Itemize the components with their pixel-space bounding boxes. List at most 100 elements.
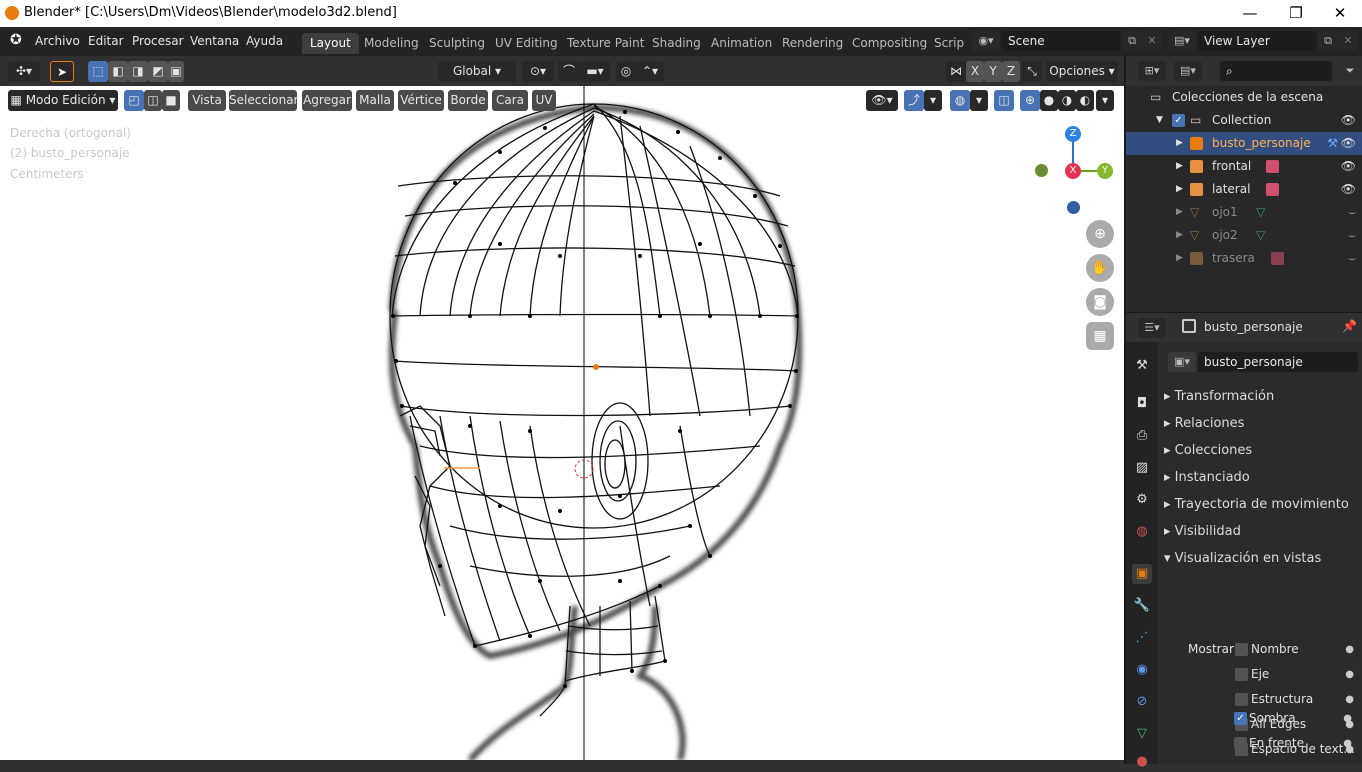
panel-trayectoria[interactable]: ▸ Trayectoria de movimiento bbox=[1158, 491, 1362, 518]
menu-editar[interactable]: Editar bbox=[88, 34, 124, 48]
scene-tab-icon[interactable]: ⚙ bbox=[1132, 490, 1152, 510]
object-tab-icon[interactable]: ▣ bbox=[1132, 564, 1152, 584]
overlays-dropdown-icon[interactable]: ▾ bbox=[970, 90, 988, 111]
estructura-checkbox[interactable] bbox=[1235, 693, 1248, 706]
pivot-point-icon[interactable]: ⊙▾ bbox=[522, 61, 554, 82]
hidden-icon[interactable]: ⌣ bbox=[1348, 201, 1356, 224]
toggle-ortho-icon[interactable]: ▦ bbox=[1086, 322, 1114, 350]
tab-sculpting[interactable]: Sculpting bbox=[421, 33, 493, 54]
scene-new-icon[interactable]: ⧉ bbox=[1122, 31, 1142, 51]
visibility-selector-icon[interactable]: 👁▾ bbox=[866, 90, 898, 111]
view-layer-new-icon[interactable]: ⧉ bbox=[1318, 31, 1338, 51]
tab-layout[interactable]: Layout bbox=[302, 33, 359, 54]
keyframe-dot-icon[interactable]: ● bbox=[1345, 694, 1354, 705]
select-invert-icon[interactable]: ◩ bbox=[148, 61, 168, 82]
visibility-eye-icon[interactable]: 👁 bbox=[1341, 155, 1356, 178]
gizmo-z-axis[interactable]: Z bbox=[1065, 126, 1081, 142]
view-layer-remove-icon[interactable]: ✕ bbox=[1338, 31, 1358, 51]
snap-icon[interactable]: ⌒ bbox=[558, 61, 580, 82]
outliner-item-frontal[interactable]: ▶ frontal 👁 bbox=[1126, 155, 1362, 178]
zoom-icon[interactable]: ⊕ bbox=[1086, 220, 1114, 248]
gizmo-toggle-icon[interactable]: ⤴ bbox=[904, 90, 924, 111]
mode-dropdown[interactable]: ▦ Modo Edición ▾ bbox=[8, 90, 118, 111]
3d-viewport[interactable]: Derecha (ortogonal) (2) busto_personaje … bbox=[0, 86, 1124, 760]
vertex-select-icon[interactable]: ◰ bbox=[124, 90, 144, 111]
wireframe-shading-icon[interactable]: ⊕ bbox=[1020, 90, 1040, 111]
select-tool-icon[interactable]: ➤ bbox=[50, 61, 74, 82]
keyframe-dot-icon[interactable]: ● bbox=[1343, 713, 1352, 724]
view-layer-browse-icon[interactable]: ▤▾ bbox=[1168, 31, 1196, 51]
eje-checkbox[interactable] bbox=[1235, 668, 1248, 681]
panel-relaciones[interactable]: ▸ Relaciones bbox=[1158, 410, 1362, 437]
menu-malla[interactable]: Malla bbox=[356, 90, 394, 111]
tab-rendering[interactable]: Rendering bbox=[774, 33, 851, 54]
snap-target-icon[interactable]: ▬▾ bbox=[580, 61, 610, 82]
tab-modeling[interactable]: Modeling bbox=[356, 33, 427, 54]
object-browse-icon[interactable]: ▣▾ bbox=[1168, 352, 1196, 372]
gizmo-neg-z-axis[interactable] bbox=[1067, 201, 1080, 214]
outliner-search-input[interactable]: ⌕ bbox=[1220, 61, 1332, 81]
en-frente-checkbox[interactable] bbox=[1234, 737, 1247, 750]
auto-merge-icon[interactable]: ⤡ bbox=[1022, 61, 1042, 82]
hidden-icon[interactable]: ⌣ bbox=[1348, 224, 1356, 247]
panel-instanciado[interactable]: ▸ Instanciado bbox=[1158, 464, 1362, 491]
expand-arrow-icon[interactable]: ▼ bbox=[1156, 109, 1163, 132]
modifier-wrench-icon[interactable]: ⚒ bbox=[1327, 132, 1338, 155]
proportional-edit-icon[interactable]: ◎ bbox=[616, 61, 636, 82]
menu-procesar[interactable]: Procesar bbox=[132, 34, 184, 48]
camera-view-icon[interactable]: ◙ bbox=[1086, 288, 1114, 316]
tab-animation[interactable]: Animation bbox=[703, 33, 780, 54]
gizmo-dropdown-icon[interactable]: ▾ bbox=[924, 90, 942, 111]
tab-scripting[interactable]: Script bbox=[926, 33, 964, 54]
render-tab-icon[interactable]: ◘ bbox=[1132, 394, 1152, 414]
outliner-collection[interactable]: ▼ ✓ ▭ Collection 👁 bbox=[1126, 109, 1362, 132]
expand-arrow-icon[interactable]: ▶ bbox=[1176, 247, 1183, 270]
minimize-button[interactable]: — bbox=[1228, 2, 1272, 24]
menu-ayuda[interactable]: Ayuda bbox=[246, 34, 283, 48]
pan-hand-icon[interactable]: ✋ bbox=[1086, 254, 1114, 282]
outliner-item-trasera[interactable]: ▶ trasera ⌣ bbox=[1126, 247, 1362, 270]
expand-arrow-icon[interactable]: ▶ bbox=[1176, 132, 1183, 155]
keyframe-dot-icon[interactable]: ● bbox=[1345, 669, 1354, 680]
mirror-icon[interactable]: ⋈ bbox=[946, 61, 966, 82]
tab-shading[interactable]: Shading bbox=[644, 33, 709, 54]
material-tab-icon[interactable]: ● bbox=[1132, 752, 1152, 772]
filter-icon[interactable]: ⏷ bbox=[1340, 61, 1360, 81]
overlays-toggle-icon[interactable]: ◍ bbox=[950, 90, 970, 111]
modifier-tab-icon[interactable]: 🔧 bbox=[1132, 596, 1152, 616]
shading-dropdown-icon[interactable]: ▾ bbox=[1096, 90, 1114, 111]
sombra-checkbox[interactable]: ✓ bbox=[1234, 712, 1247, 725]
scene-browse-icon[interactable]: ◉▾ bbox=[972, 31, 1000, 51]
view-layer-tab-icon[interactable]: ▨ bbox=[1132, 458, 1152, 478]
output-tab-icon[interactable]: ⎙ bbox=[1132, 426, 1152, 446]
blender-menu-icon[interactable]: ✪ bbox=[10, 32, 22, 48]
menu-seleccionar[interactable]: Seleccionar bbox=[229, 90, 298, 111]
visibility-eye-icon[interactable]: 👁 bbox=[1341, 132, 1356, 155]
menu-vista[interactable]: Vista bbox=[188, 90, 226, 111]
panel-visibilidad[interactable]: ▸ Visibilidad bbox=[1158, 518, 1362, 545]
select-intersect-icon[interactable]: ▣ bbox=[168, 61, 184, 82]
expand-arrow-icon[interactable]: ▶ bbox=[1176, 155, 1183, 178]
outliner-item-ojo1[interactable]: ▶ ▽ ojo1 ▽ ⌣ bbox=[1126, 201, 1362, 224]
edge-select-icon[interactable]: ◫ bbox=[144, 90, 162, 111]
outliner-editor-type-icon[interactable]: ⊞▾ bbox=[1138, 61, 1166, 81]
mirror-y-toggle[interactable]: Y bbox=[984, 61, 1002, 82]
gizmo-x-axis[interactable]: X bbox=[1065, 163, 1081, 179]
gizmo-neg-y-axis[interactable] bbox=[1035, 164, 1048, 177]
visibility-eye-icon[interactable]: 👁 bbox=[1341, 109, 1356, 132]
rendered-shading-icon[interactable]: ◐ bbox=[1076, 90, 1094, 111]
solid-shading-icon[interactable]: ● bbox=[1040, 90, 1058, 111]
menu-borde[interactable]: Borde bbox=[448, 90, 488, 111]
expand-arrow-icon[interactable]: ▶ bbox=[1176, 224, 1183, 247]
close-button[interactable]: ✕ bbox=[1318, 2, 1362, 24]
data-tab-icon[interactable]: ▽ bbox=[1132, 724, 1152, 744]
select-subtract-icon[interactable]: ◨ bbox=[128, 61, 148, 82]
hidden-icon[interactable]: ⌣ bbox=[1348, 247, 1356, 270]
tab-texture-paint[interactable]: Texture Paint bbox=[559, 33, 652, 54]
panel-colecciones[interactable]: ▸ Colecciones bbox=[1158, 437, 1362, 464]
pin-icon[interactable]: 📌 bbox=[1342, 319, 1357, 333]
menu-archivo[interactable]: Archivo bbox=[35, 34, 80, 48]
mirror-z-toggle[interactable]: Z bbox=[1002, 61, 1020, 82]
transform-orientation-dropdown[interactable]: Global ▾ bbox=[438, 61, 516, 82]
outliner-item-busto-personaje[interactable]: ▶ busto_personaje ⚒ 👁 bbox=[1126, 132, 1362, 155]
